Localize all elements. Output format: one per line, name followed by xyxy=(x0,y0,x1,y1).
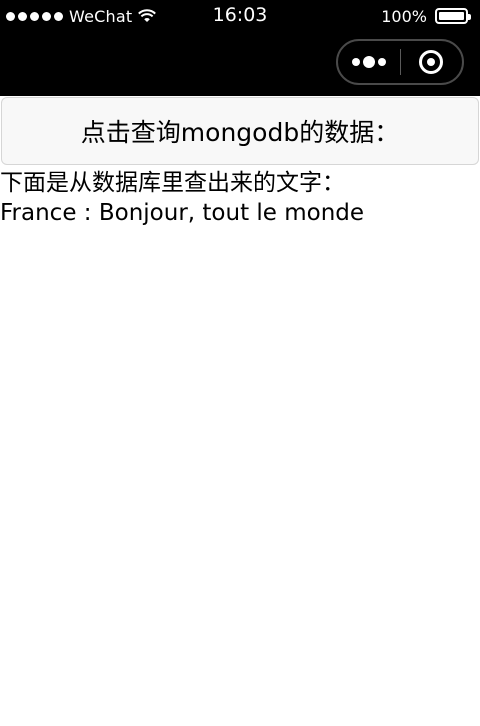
top-bar: WeChat 16:03 100% xyxy=(0,0,480,96)
battery-percent: 100% xyxy=(381,6,427,26)
result-text: France : Bonjour, tout le monde xyxy=(0,200,365,226)
query-mongodb-button[interactable]: 点击查询mongodb的数据： xyxy=(1,97,479,165)
result-content: 下面是从数据库里查出来的文字： France : Bonjour, tout l… xyxy=(0,168,480,228)
close-icon xyxy=(419,50,444,74)
intro-text: 下面是从数据库里查出来的文字： xyxy=(0,170,345,196)
more-button[interactable] xyxy=(338,41,400,83)
battery-icon xyxy=(435,8,471,24)
more-icon xyxy=(351,56,386,68)
wechat-mini-program-screen: WeChat 16:03 100% 点击查询mongodb的数据： 下面是从数据… xyxy=(0,0,480,726)
close-button[interactable] xyxy=(401,41,463,83)
status-bar-right: 100% xyxy=(381,6,471,26)
mini-program-capsule xyxy=(336,39,464,85)
